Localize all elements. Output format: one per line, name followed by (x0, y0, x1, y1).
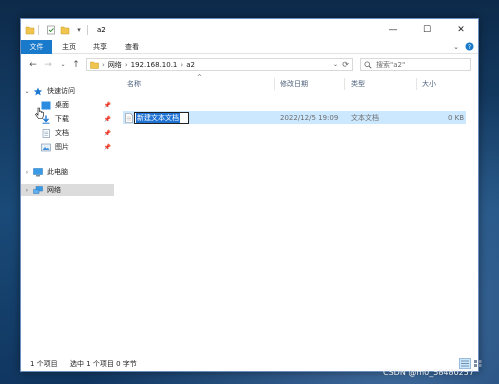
documents-icon (41, 128, 51, 138)
properties-icon[interactable] (46, 25, 56, 35)
minimize-button[interactable]: — (376, 19, 410, 40)
tab-file[interactable]: 文件 (21, 40, 52, 54)
breadcrumb-separator-icon: › (102, 60, 105, 69)
breadcrumb-separator-icon: › (124, 60, 128, 69)
tab-share[interactable]: 共享 (87, 40, 113, 54)
address-row: ← → ⌄ ↑ › 网络 › 192.168.10.1 › a2 ⌄ ⟳ 搜索"… (21, 56, 478, 74)
status-item-count: 1 个项目 (30, 360, 58, 368)
address-bar[interactable]: › 网络 › 192.168.10.1 › a2 ⌄ ⟳ (86, 58, 353, 71)
forward-arrow-icon[interactable]: → (43, 59, 53, 71)
tab-home[interactable]: 主页 (56, 40, 82, 54)
recent-locations-icon[interactable]: ⌄ (58, 59, 68, 71)
rename-input[interactable]: 新建文本文档 (134, 112, 189, 124)
computer-icon (33, 167, 43, 177)
file-name: 新建文本文档 (136, 113, 180, 123)
column-header-size[interactable]: 大小 (422, 76, 436, 92)
address-dropdown-icon[interactable]: ⌄ (333, 61, 338, 68)
folder-icon (25, 25, 35, 35)
list-item[interactable]: 新建文本文档 2022/12/5 19:09 文本文档 0 KB (123, 111, 466, 124)
chevron-right-icon[interactable]: › (21, 187, 33, 194)
file-type: 文本文档 (351, 114, 379, 122)
network-icon (33, 185, 43, 195)
sidebar-item-network[interactable]: › 网络 (21, 184, 114, 196)
pictures-icon (41, 143, 51, 152)
customize-toolbar-icon[interactable]: ▾ (74, 25, 84, 35)
chevron-down-icon[interactable]: ⌄ (451, 40, 461, 54)
sidebar-item-quick-access[interactable]: ⌄ 快速访问 (21, 85, 114, 97)
column-divider[interactable] (416, 78, 417, 90)
file-size: 0 KB (448, 114, 465, 122)
title-bar: ▾ a2 — ☐ ✕ (21, 19, 478, 40)
breadcrumb-host[interactable]: 192.168.10.1 (131, 61, 178, 69)
column-header-type[interactable]: 类型 (351, 76, 365, 92)
tab-view[interactable]: 查看 (119, 40, 145, 54)
network-folder-icon (90, 61, 99, 69)
sort-ascending-icon: ^ (197, 74, 203, 81)
column-header-name[interactable]: 名称 (127, 76, 141, 92)
sidebar-item-this-pc[interactable]: › 此电脑 (21, 166, 114, 178)
sidebar-item-label: 文档 (55, 129, 69, 137)
svg-text:?: ? (467, 44, 470, 51)
column-header-date[interactable]: 修改日期 (280, 76, 308, 92)
pin-icon: 📌 (103, 101, 111, 109)
text-file-icon (125, 113, 133, 123)
title-separator (87, 24, 88, 35)
sidebar-item-label: 下载 (55, 115, 69, 123)
navigation-pane: ⌄ 快速访问 桌面 📌 下载 📌 文档 📌 图片 📌 › 此电脑 › 网络 (21, 76, 114, 354)
breadcrumb-separator-icon: › (180, 60, 184, 69)
pin-icon: 📌 (103, 115, 111, 123)
window-title: a2 (97, 25, 106, 34)
sidebar-item-label: 快速访问 (47, 87, 75, 95)
new-folder-icon[interactable] (60, 25, 70, 35)
csdn-watermark: CSDN @m0_58480257 (383, 368, 474, 377)
up-arrow-icon[interactable]: ↑ (71, 59, 81, 71)
refresh-icon[interactable]: ⟳ (342, 60, 349, 69)
sidebar-item-label: 此电脑 (47, 168, 68, 176)
help-icon[interactable]: ? (464, 40, 474, 54)
close-button[interactable]: ✕ (444, 19, 478, 40)
pin-icon: 📌 (103, 143, 111, 151)
chevron-right-icon[interactable]: › (21, 169, 33, 176)
ribbon-tabs: 文件 主页 共享 查看 ⌄ ? (21, 40, 478, 54)
status-selected: 选中 1 个项目 0 字节 (70, 360, 137, 368)
pin-icon: 📌 (103, 129, 111, 137)
search-placeholder: 搜索"a2" (376, 60, 406, 69)
column-divider[interactable] (274, 78, 275, 90)
file-list-pane: ^ 名称 修改日期 类型 大小 新建文本文档 2022/12/5 19:09 文… (118, 74, 478, 354)
sidebar-item-pictures[interactable]: 图片 📌 (21, 141, 114, 153)
sidebar-item-label: 图片 (55, 143, 69, 151)
column-divider[interactable] (344, 78, 345, 90)
file-explorer-window: ▾ a2 — ☐ ✕ 文件 主页 共享 查看 ⌄ ? ← → ⌄ ↑ › 网络 … (20, 18, 482, 372)
back-arrow-icon[interactable]: ← (28, 59, 38, 71)
mouse-cursor-icon (35, 107, 45, 122)
search-icon (364, 61, 372, 69)
file-modified: 2022/12/5 19:09 (280, 114, 339, 122)
sidebar-item-documents[interactable]: 文档 📌 (21, 127, 114, 139)
sidebar-item-label: 网络 (47, 186, 61, 194)
chevron-down-icon[interactable]: ⌄ (21, 88, 33, 95)
title-separator (38, 24, 39, 35)
star-icon (33, 87, 43, 96)
sidebar-item-label: 桌面 (55, 101, 69, 109)
breadcrumb-current[interactable]: a2 (186, 61, 195, 69)
search-input[interactable]: 搜索"a2" (360, 58, 471, 71)
maximize-button[interactable]: ☐ (410, 19, 444, 40)
breadcrumb-network[interactable]: 网络 (108, 60, 122, 70)
